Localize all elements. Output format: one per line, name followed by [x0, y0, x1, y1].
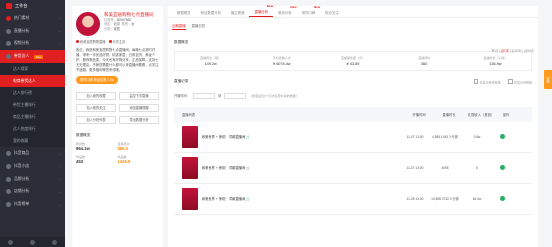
add-favorite-button[interactable]: 加入我的收藏 — [76, 91, 116, 100]
tab-recent-live[interactable]: 近期直播 — [172, 23, 186, 30]
end-date-input[interactable] — [224, 92, 247, 99]
live-cover — [182, 187, 198, 210]
chevron-icon: › — [59, 189, 60, 194]
only-sales-checkbox[interactable]: 仅显示带货直播 — [474, 79, 500, 85]
influencer-profile-panel: 和美宜居购物七点直播间 抖音号：80987888 地区：北京 性别：女 分类：家… — [72, 6, 163, 247]
tab[interactable]: 电商分析 New — [273, 5, 297, 17]
nav-item[interactable]: 抖音榜单 › — [0, 198, 65, 211]
influencer-description: 各位，我是和美宜居购物七点直播间。每晚七点准时开播，带来一手优选好物，精选家居、… — [76, 48, 159, 72]
table-header: 直播列表 开播时间 直播时长 礼物收入（音浪） 操作 — [174, 106, 532, 122]
tab[interactable]: 数据概览 — [172, 10, 196, 17]
nav-icon — [6, 202, 11, 208]
chat-icon[interactable] — [8, 239, 14, 245]
nav-item[interactable]: 带货达人 New › — [0, 50, 65, 64]
nav-item[interactable]: 热门素材 › — [0, 12, 65, 25]
nav-icon — [6, 15, 11, 21]
chevron-icon: › — [59, 16, 60, 21]
chevron-icon: › — [59, 41, 60, 46]
nav-item[interactable]: 抖音商品 › — [0, 147, 65, 160]
chevron-icon: › — [59, 164, 60, 169]
nav-icon — [6, 54, 11, 60]
nav-icon — [6, 163, 11, 169]
meta: 分类：家居 — [104, 26, 120, 31]
kpi-strip: 直播场次（场） 149.2w 平均观看人次 ¥ 6078.4w 直播销售额（元） ¥ … — [174, 51, 532, 71]
tab[interactable]: 带货口碑 New — [297, 5, 321, 17]
nav-icon — [6, 151, 11, 157]
user-icon[interactable] — [29, 239, 35, 245]
nav-item[interactable]: 品牌分析 › — [0, 173, 65, 186]
top-tabs: 数据概览 粉丝数据分析 播主视频 直播分析 New 电商分析 New 带货口碑 New 粉丝关注 — [168, 4, 538, 18]
monitor-live-button[interactable]: 监控下次直播 — [119, 91, 159, 100]
stats-grid: 粉丝数 964.1w 直播场次 886.0 作品数 453 商品数 1426.9 — [76, 142, 159, 164]
export-data-button[interactable]: 导出数据分析 — [119, 115, 159, 124]
chevron-icon: › — [59, 29, 60, 34]
tab[interactable]: 直播分析 New — [249, 4, 274, 17]
start-date-input[interactable] — [192, 92, 215, 99]
nav-item[interactable]: 我的收藏 — [0, 135, 65, 148]
avatar — [76, 12, 100, 36]
nav-item[interactable]: 达人热度排行 — [0, 123, 65, 136]
live-cover — [182, 156, 198, 179]
nav-item[interactable]: 抖音小店 › — [0, 160, 65, 173]
reputation-badge[interactable]: 带货口碑 商品总数 1.3w — [76, 75, 119, 84]
nav-item[interactable]: 达人搜索 — [0, 63, 65, 76]
overview-title: 数据概览 — [174, 40, 189, 44]
add-follow-button[interactable]: 加入我的关注 — [76, 103, 116, 112]
table-row[interactable]: 和美世界 ⚡ 惊叹！ 同款直播间 🛒 11-07 13:00 4095 5 — [174, 153, 532, 184]
nav-icon — [6, 189, 11, 195]
chevron-icon: › — [59, 177, 60, 182]
add-reminder-button[interactable]: 添加直播提醒 — [119, 103, 159, 112]
chevron-icon: › — [59, 54, 60, 59]
cart-icon: 🛒 — [246, 135, 251, 139]
left-nav: 工作台 热门素材 › 直播分析 › 视频分析 › 带货达人 New › 达人搜索 电商带货达人 达人排… — [0, 0, 65, 247]
chevron-icon: › — [59, 151, 60, 156]
nav-icon — [6, 41, 11, 47]
nav-item[interactable]: 商品主播排行 — [0, 111, 65, 124]
nav-item[interactable]: 店铺分析 › — [0, 186, 65, 199]
nav-icon — [6, 176, 11, 182]
tab[interactable]: 粉丝数据分析 — [196, 10, 226, 17]
nav-item[interactable]: 直播分析 › — [0, 25, 65, 38]
live-cover — [182, 125, 198, 148]
chevron-icon: › — [59, 202, 60, 207]
cart-icon: 🛒 — [246, 197, 251, 201]
nav-item[interactable]: 电商带货达人 — [0, 75, 65, 88]
table-row[interactable]: 和美世界 ⚡ 惊叹！ 同款直播间 🛒 11-05 13:00 10,698 3732… — [174, 184, 532, 215]
nav-item[interactable]: 带货主播排行 — [0, 99, 65, 112]
share-link[interactable]: 分享主页 — [109, 39, 126, 44]
table-row[interactable]: 和美世界 ⚡ 惊叹！ 同款直播间 🛒 11-07 13:00 4,585 1445 … — [174, 122, 532, 153]
stats-title: 数据概览 — [76, 132, 91, 137]
sub-tabs: 近期直播 直播日历 — [168, 18, 538, 30]
stat-value: 453 — [76, 158, 83, 164]
settings-icon[interactable] — [51, 239, 57, 245]
tab[interactable]: 播主视频 — [226, 10, 250, 17]
nav-header[interactable]: 工作台 — [0, 0, 65, 12]
action-buttons: 加入我的收藏 监控下次直播 加入我的关注 添加直播提醒 加入分析列表 导出数据分… — [76, 91, 159, 124]
stat-value: 886.0 — [117, 145, 128, 151]
add-analysis-button[interactable]: 加入分析列表 — [76, 115, 116, 124]
stat-value: 1426.9 — [117, 158, 131, 164]
date-filter: 开播时间：到（搜索最近6个月内任意时间的数据） — [174, 92, 299, 99]
main-content: 数据概览 粉丝数据分析 播主视频 直播分析 New 电商分析 New 带货口碑 New 粉丝关注 … — [168, 4, 538, 247]
detail-icon[interactable] — [499, 134, 505, 139]
quick-links: 和美宜居购物直播 分享主页 — [76, 39, 159, 44]
customer-service-tab[interactable]: 客服 — [544, 70, 552, 89]
logo-icon — [6, 3, 12, 9]
nav-item[interactable]: 达人排行榜 — [0, 87, 65, 100]
stat-value: 964.1w — [76, 145, 90, 151]
nav-footer — [0, 237, 65, 247]
cart-icon: 🛒 — [246, 166, 251, 170]
live-record-title: 直播记录 — [174, 79, 189, 83]
tab[interactable]: 粉丝关注 — [320, 10, 344, 17]
homepage-link[interactable]: 和美宜居购物直播 — [76, 39, 106, 44]
only-replay-checkbox[interactable]: 仅显示有回放 — [508, 79, 532, 85]
detail-icon[interactable] — [499, 196, 505, 201]
nav-icon — [6, 28, 11, 34]
detail-icon[interactable] — [499, 165, 505, 170]
period-links: 昨日 | 近7天 | 近30天 | 近90天 — [491, 49, 534, 53]
tab-live-calendar[interactable]: 直播日历 — [192, 23, 206, 30]
nav-item[interactable]: 视频分析 › — [0, 38, 65, 51]
